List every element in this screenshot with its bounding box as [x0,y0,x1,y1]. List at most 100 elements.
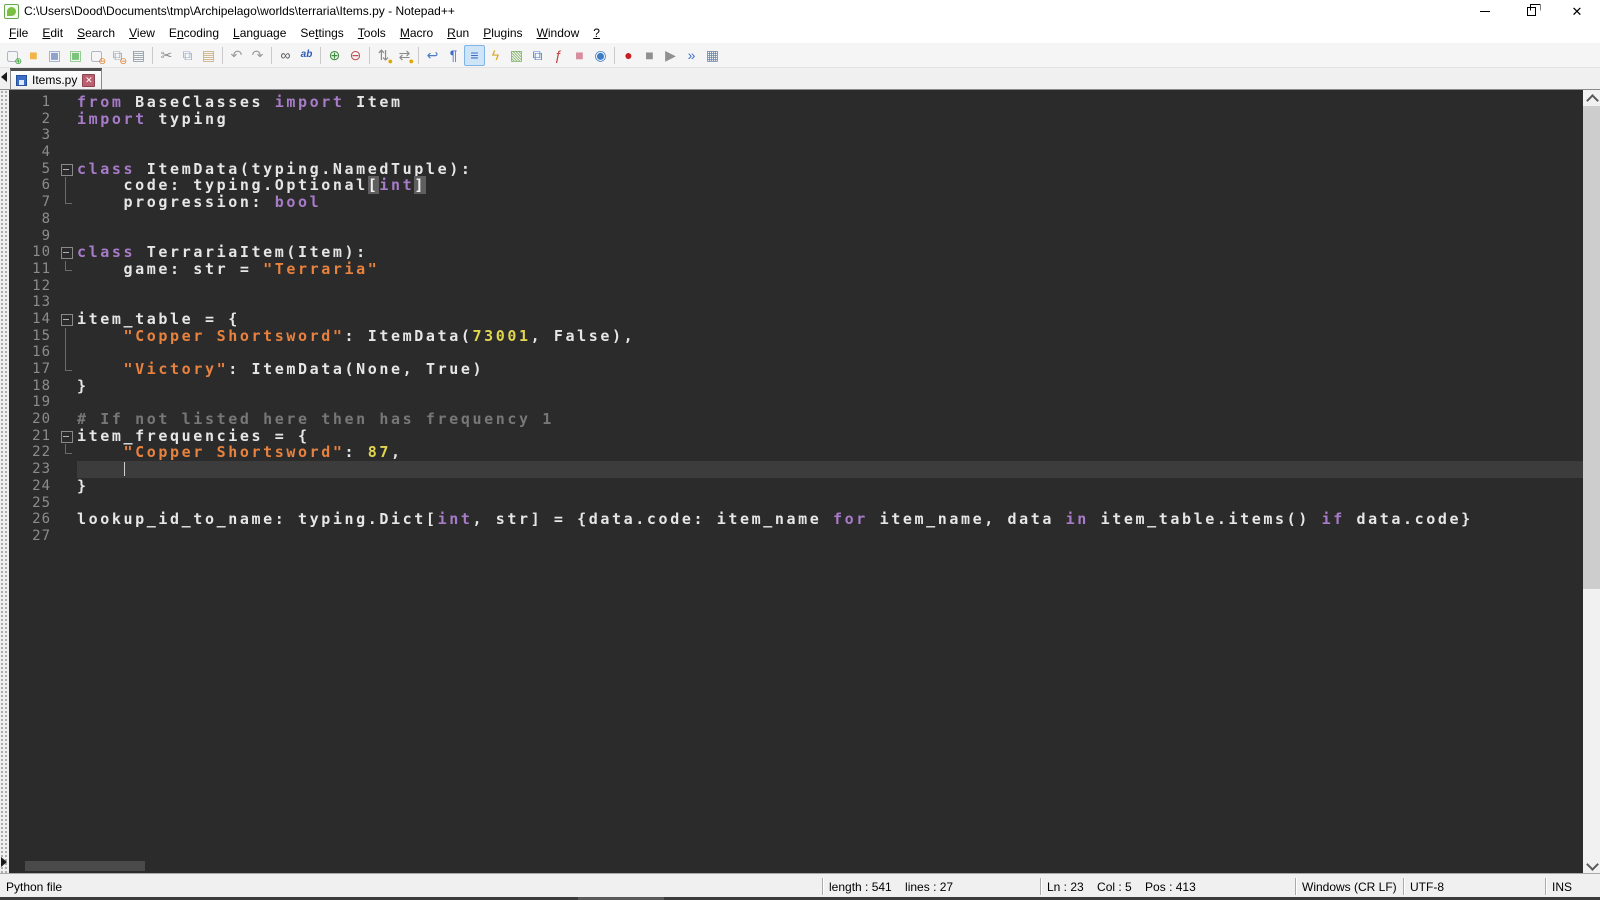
code-line-11[interactable]: 11 game: str = "Terraria" [9,261,1583,278]
sync-vertical-icon[interactable]: ⇅● [373,45,394,66]
menu-encoding[interactable]: Encoding [162,24,226,42]
document-list-icon[interactable]: ⧉ [527,45,548,66]
dock-arrow-icon[interactable] [1,857,7,867]
code-line-10[interactable]: 10class TerrariaItem(Item): [9,244,1583,261]
menu-plugins[interactable]: Plugins [476,24,529,42]
redo-icon[interactable]: ↷ [247,45,268,66]
menu-view[interactable]: View [122,24,162,42]
sync-horizontal-icon[interactable]: ⇄● [394,45,415,66]
code-line-2[interactable]: 2import typing [9,111,1583,128]
find-icon[interactable]: ∞ [275,45,296,66]
tab-close-icon[interactable]: ✕ [82,74,95,87]
menu-settings[interactable]: Settings [293,24,350,42]
code-line-16[interactable]: 16 [9,344,1583,361]
code-line-25[interactable]: 25 [9,495,1583,512]
menu-window[interactable]: Window [530,24,587,42]
copy-icon[interactable]: ⧉ [177,45,198,66]
menu-[interactable]: ? [586,24,607,42]
code-line-14[interactable]: 14item_table = { [9,311,1583,328]
vertical-scrollbar[interactable] [1583,90,1600,873]
code-line-13[interactable]: 13 [9,294,1583,311]
macro-stop-icon[interactable]: ■ [639,45,660,66]
scroll-down-icon[interactable] [1583,857,1600,873]
code-line-27[interactable]: 27 [9,528,1583,545]
v-scroll-thumb[interactable] [1583,106,1600,589]
fold-margin [57,194,77,211]
code-line-9[interactable]: 9 [9,228,1583,245]
define-language-icon[interactable]: ϟ [485,45,506,66]
replace-icon[interactable]: ab [296,45,317,66]
menu-edit[interactable]: Edit [35,24,70,42]
code-editor[interactable]: 1from BaseClasses import Item2import typ… [9,90,1583,859]
code-line-7[interactable]: 7 progression: bool [9,194,1583,211]
cut-icon[interactable]: ✂ [156,45,177,66]
h-scroll-thumb[interactable] [25,861,145,871]
saved-file-icon [16,75,27,86]
save-all-icon[interactable]: ▣ [65,45,86,66]
undo-icon[interactable]: ↶ [226,45,247,66]
dock-splitter[interactable] [0,90,9,873]
fold-marker-icon[interactable] [57,244,77,261]
menu-macro[interactable]: Macro [393,24,440,42]
code-line-26[interactable]: 26lookup_id_to_name: typing.Dict[int, st… [9,511,1583,528]
toolbar-separator [152,47,153,64]
code-text [77,461,1583,478]
code-line-8[interactable]: 8 [9,211,1583,228]
code-line-23[interactable]: 23 [9,461,1583,478]
new-file-icon[interactable]: ▢⊕ [2,45,23,66]
code-line-3[interactable]: 3 [9,127,1583,144]
line-number: 26 [9,511,57,528]
code-line-22[interactable]: 22 "Copper Shortsword": 87, [9,444,1583,461]
indent-guide-icon[interactable]: ≡ [464,45,485,66]
close-file-icon[interactable]: ▢⊖ [86,45,107,66]
word-wrap-icon[interactable]: ↩ [422,45,443,66]
fold-marker-icon[interactable] [57,428,77,445]
macro-record-icon[interactable]: ● [618,45,639,66]
code-line-15[interactable]: 15 "Copper Shortsword": ItemData(73001, … [9,328,1583,345]
code-line-6[interactable]: 6 code: typing.Optional[int] [9,177,1583,194]
menu-language[interactable]: Language [226,24,293,42]
minimize-button[interactable] [1462,0,1508,22]
folder-as-workspace-icon[interactable]: ■ [569,45,590,66]
function-list-icon[interactable]: ƒ [548,45,569,66]
close-all-icon[interactable]: ⧉⊖ [107,45,128,66]
code-text: progression: bool [77,194,1583,211]
line-number: 15 [9,328,57,345]
macro-play-icon[interactable]: ▶ [660,45,681,66]
document-map-icon[interactable]: ▧ [506,45,527,66]
open-file-icon[interactable]: ■ [23,45,44,66]
print-icon[interactable]: ▤ [128,45,149,66]
code-line-1[interactable]: 1from BaseClasses import Item [9,94,1583,111]
macro-run-multiple-icon[interactable]: » [681,45,702,66]
code-line-18[interactable]: 18} [9,378,1583,395]
menu-search[interactable]: Search [70,24,122,42]
code-line-20[interactable]: 20# If not listed here then has frequenc… [9,411,1583,428]
menu-tools[interactable]: Tools [351,24,393,42]
fold-marker-icon[interactable] [57,161,77,178]
tab-items-py[interactable]: Items.py ✕ [10,68,102,89]
code-line-24[interactable]: 24} [9,478,1583,495]
restore-button[interactable] [1508,0,1554,22]
fold-margin [57,94,77,111]
code-line-19[interactable]: 19 [9,394,1583,411]
code-line-21[interactable]: 21item_frequencies = { [9,428,1583,445]
line-number: 20 [9,411,57,428]
macro-save-icon[interactable]: ▦ [702,45,723,66]
zoom-in-icon[interactable]: ⊕ [324,45,345,66]
save-icon[interactable]: ▣ [44,45,65,66]
zoom-out-icon[interactable]: ⊖ [345,45,366,66]
horizontal-scrollbar[interactable] [9,859,1583,873]
menu-file[interactable]: File [2,24,35,42]
paste-icon[interactable]: ▤ [198,45,219,66]
monitoring-icon[interactable]: ◉ [590,45,611,66]
code-line-4[interactable]: 4 [9,144,1583,161]
menu-run[interactable]: Run [440,24,476,42]
code-line-17[interactable]: 17 "Victory": ItemData(None, True) [9,361,1583,378]
code-line-5[interactable]: 5class ItemData(typing.NamedTuple): [9,161,1583,178]
code-line-12[interactable]: 12 [9,278,1583,295]
tab-scroll-left-icon[interactable] [1,72,7,82]
close-button[interactable]: ✕ [1554,0,1600,22]
fold-marker-icon[interactable] [57,311,77,328]
scroll-up-icon[interactable] [1583,90,1600,106]
show-all-characters-icon[interactable]: ¶ [443,45,464,66]
